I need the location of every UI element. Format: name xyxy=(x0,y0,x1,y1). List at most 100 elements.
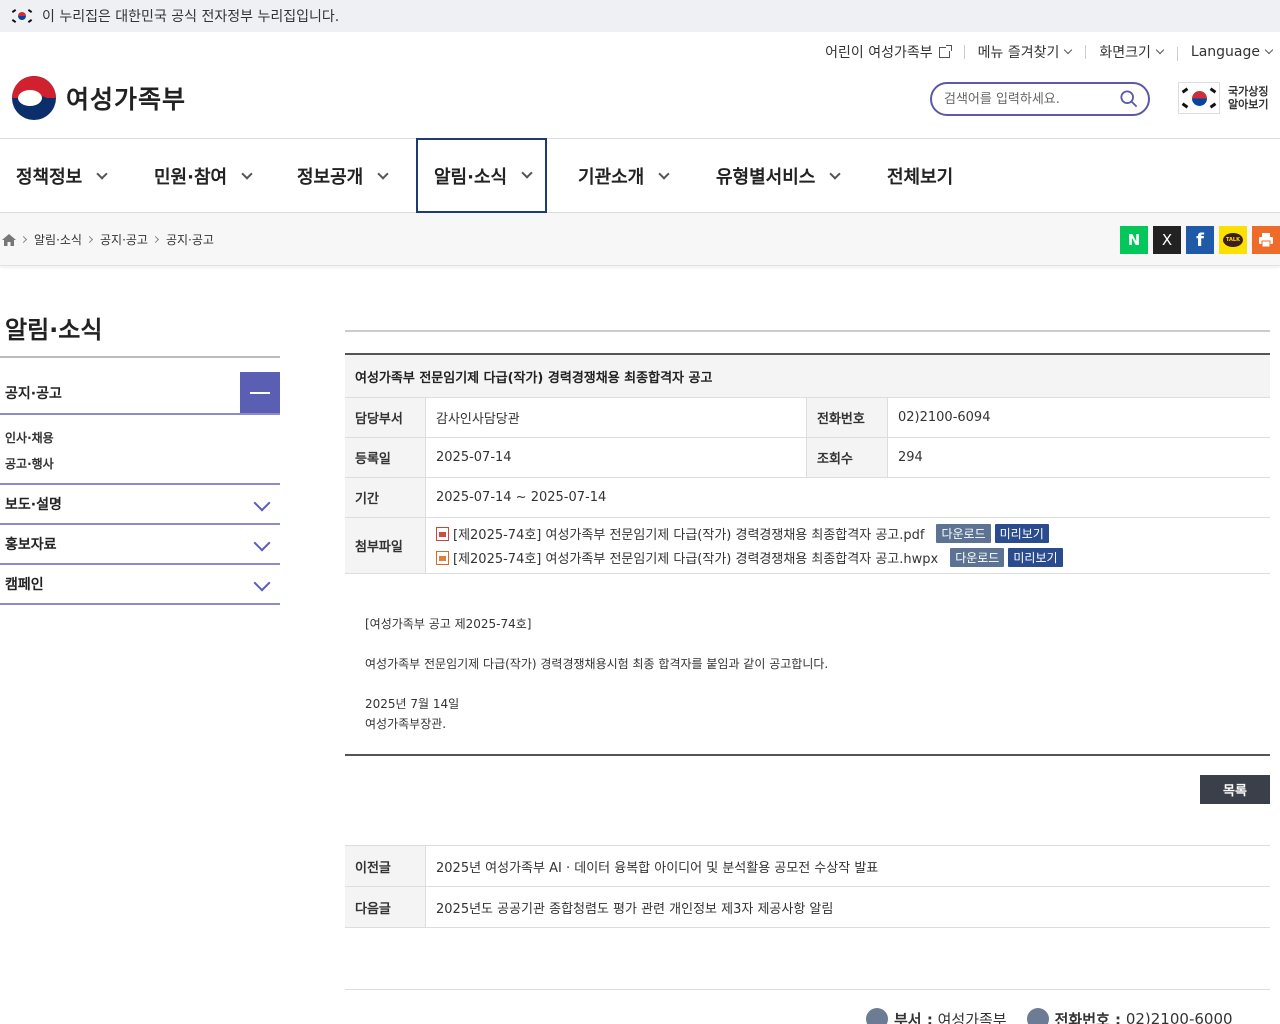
attachment-name[interactable]: [제2025-74호] 여성가족부 전문임기제 다급(작가) 경력경쟁채용 최종… xyxy=(453,524,924,543)
kakao-icon: TALK xyxy=(1223,233,1243,247)
attachment-name[interactable]: [제2025-74호] 여성가족부 전문임기제 다급(작가) 경력경쟁채용 최종… xyxy=(453,548,938,567)
kakao-share-button[interactable]: TALK xyxy=(1219,226,1247,254)
gnb-label: 민원·참여 xyxy=(154,167,228,188)
download-button[interactable]: 다운로드 xyxy=(950,548,1005,567)
collapse-icon[interactable] xyxy=(240,372,280,413)
search-icon[interactable] xyxy=(1120,90,1138,108)
national-symbol-line2: 알아보기 xyxy=(1228,98,1269,111)
attachments-list: [제2025-74호] 여성가족부 전문임기제 다급(작가) 경력경쟁채용 최종… xyxy=(426,518,1063,573)
breadcrumb-separator-icon xyxy=(19,235,28,244)
gnb-label: 기관소개 xyxy=(578,167,645,188)
breadcrumb-item[interactable]: 공지·공고 xyxy=(100,231,148,248)
search-box xyxy=(930,82,1150,116)
dept-value: 감사인사담당관 xyxy=(426,398,807,437)
post-title: 여성가족부 전문임기제 다급(작가) 경력경쟁채용 최종합격자 공고 xyxy=(345,355,1270,398)
favorites-menu[interactable]: 메뉴 즐겨찾기 xyxy=(963,42,1086,62)
body-line: 여성가족부장관. xyxy=(365,717,447,731)
share-buttons: N X f TALK xyxy=(1115,226,1280,254)
attachment-item: [제2025-74호] 여성가족부 전문임기제 다급(작가) 경력경쟁채용 최종… xyxy=(436,546,1063,570)
naver-share-button[interactable]: N xyxy=(1120,226,1148,254)
breadcrumb-item[interactable]: 알림·소식 xyxy=(34,231,82,248)
national-symbol-line1: 국가상징 xyxy=(1228,85,1269,98)
lnb-sub-item-hiring[interactable]: 인사·채용 xyxy=(5,429,275,455)
lnb-item-notice[interactable]: 공지·공고 xyxy=(0,358,280,415)
chevron-down-icon xyxy=(253,494,271,512)
lnb-item-campaign[interactable]: 캠페인 xyxy=(0,565,280,605)
external-link-icon xyxy=(938,44,952,58)
info-row: 기간 2025-07-14 ~ 2025-07-14 xyxy=(345,478,1270,518)
chevron-down-icon xyxy=(1064,45,1073,55)
gnb-policy[interactable]: 정책정보 xyxy=(16,139,108,213)
body-line: [여성가족부 공고 제2025-74호] xyxy=(365,617,532,631)
favorites-label: 메뉴 즐겨찾기 xyxy=(977,45,1060,61)
breadcrumb-separator-icon xyxy=(85,235,94,244)
lnb-item-label: 공지·공고 xyxy=(5,385,62,402)
home-icon[interactable] xyxy=(2,233,16,246)
gnb-news[interactable]: 알림·소식 xyxy=(416,138,547,213)
chevron-down-icon xyxy=(377,167,389,180)
taegeuk-logo-icon xyxy=(12,76,56,120)
body-line: 여성가족부 전문임기제 다급(작가) 경력경쟁채용시험 최종 합격자를 붙임과 … xyxy=(365,657,829,671)
utility-menu: 어린이 여성가족부 메뉴 즐겨찾기 화면크기 Language xyxy=(811,42,1274,62)
download-button[interactable]: 다운로드 xyxy=(936,524,991,543)
prev-link[interactable]: 2025년 여성가족부 AI · 데이터 융복합 아이디어 및 분석활용 공모전… xyxy=(426,846,878,886)
date-value: 2025-07-14 xyxy=(426,438,807,477)
gnb-all[interactable]: 전체보기 xyxy=(887,139,953,213)
kids-site-link[interactable]: 어린이 여성가족부 xyxy=(811,42,964,62)
post-body: [여성가족부 공고 제2025-74호] 여성가족부 전문임기제 다급(작가) … xyxy=(345,574,1270,756)
views-value: 294 xyxy=(898,450,923,465)
lnb-item-press[interactable]: 보도·설명 xyxy=(0,485,280,525)
chevron-down-icon xyxy=(1155,45,1165,55)
chevron-down-icon xyxy=(241,167,253,180)
font-size-label: 화면크기 xyxy=(1099,45,1151,61)
lnb-sub-item-events[interactable]: 공고·행사 xyxy=(5,455,275,481)
gov-banner: 이 누리집은 대한민국 공식 전자정부 누리집입니다. xyxy=(0,0,1280,32)
attachment-item: [제2025-74호] 여성가족부 전문임기제 다급(작가) 경력경쟁채용 최종… xyxy=(436,522,1049,546)
next-link[interactable]: 2025년도 공공기관 종합청렴도 평가 관련 개인정보 제3자 제공사항 알림 xyxy=(426,887,833,927)
language-menu[interactable]: Language xyxy=(1176,44,1274,61)
gnb-disclosure[interactable]: 정보공개 xyxy=(297,139,389,213)
preview-button[interactable]: 미리보기 xyxy=(1008,548,1063,567)
next-label: 다음글 xyxy=(345,887,426,927)
gnb-label: 정책정보 xyxy=(16,167,83,188)
facebook-icon: f xyxy=(1196,229,1204,251)
phone-label: 전화번호 xyxy=(807,398,888,437)
naver-icon: N xyxy=(1127,231,1141,249)
breadcrumb-item[interactable]: 공지·공고 xyxy=(166,231,214,248)
gnb-civil[interactable]: 민원·참여 xyxy=(154,139,253,213)
facebook-share-button[interactable]: f xyxy=(1186,226,1214,254)
views-label: 조회수 xyxy=(807,438,888,477)
dept-label: 부서 : xyxy=(894,1010,933,1024)
search-input[interactable] xyxy=(944,91,1104,107)
global-nav: 정책정보 민원·참여 정보공개 알림·소식 기관소개 유형별서비스 전체보기 xyxy=(0,138,1280,213)
list-button[interactable]: 목록 xyxy=(1200,775,1270,804)
phone-icon xyxy=(1026,1008,1049,1024)
post-view: 여성가족부 전문임기제 다급(작가) 경력경쟁채용 최종합격자 공고 담당부서 … xyxy=(345,353,1270,756)
lnb-item-promo[interactable]: 홍보자료 xyxy=(0,525,280,565)
gov-banner-text: 이 누리집은 대한민국 공식 전자정부 누리집입니다. xyxy=(42,9,340,25)
x-share-button[interactable]: X xyxy=(1153,226,1181,254)
period-value: 2025-07-14 ~ 2025-07-14 xyxy=(436,490,607,505)
breadcrumb-separator-icon xyxy=(151,235,160,244)
breadcrumb-bar: 알림·소식 공지·공고 공지·공고 N X f TALK xyxy=(0,213,1280,266)
font-size-menu[interactable]: 화면크기 xyxy=(1085,42,1177,62)
breadcrumb: 알림·소식 공지·공고 공지·공고 xyxy=(2,231,214,248)
divider xyxy=(345,989,1270,990)
attach-label: 첨부파일 xyxy=(345,518,426,573)
national-symbol-label: 국가상징 알아보기 xyxy=(1228,85,1268,111)
gnb-about[interactable]: 기관소개 xyxy=(578,139,670,213)
chevron-down-icon xyxy=(658,167,670,180)
hwp-file-icon xyxy=(436,550,449,565)
national-symbol-link[interactable]: 국가상징 알아보기 xyxy=(1178,82,1268,114)
preview-button[interactable]: 미리보기 xyxy=(994,524,1049,543)
body-line: 2025년 7월 14일 xyxy=(365,697,460,711)
info-row: 등록일 2025-07-14 조회수 294 xyxy=(345,438,1270,478)
lnb-item-label: 보도·설명 xyxy=(5,497,62,513)
site-logo[interactable]: 여성가족부 xyxy=(12,76,186,120)
next-row: 다음글 2025년도 공공기관 종합청렴도 평가 관련 개인정보 제3자 제공사… xyxy=(345,887,1270,928)
gnb-services[interactable]: 유형별서비스 xyxy=(716,139,842,213)
chevron-down-icon xyxy=(829,167,842,180)
gnb-label: 정보공개 xyxy=(297,167,364,188)
print-button[interactable] xyxy=(1252,226,1280,254)
kids-site-label: 어린이 여성가족부 xyxy=(825,45,933,61)
